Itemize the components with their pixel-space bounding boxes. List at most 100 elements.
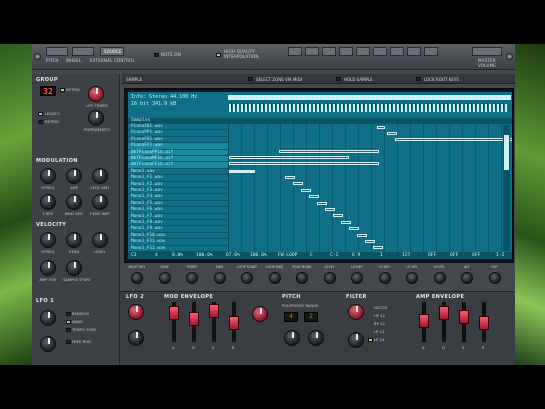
parameter-knob[interactable] bbox=[213, 272, 226, 284]
fader-handle[interactable] bbox=[479, 316, 489, 330]
lfo1-sync-led[interactable] bbox=[66, 328, 71, 332]
key-zone[interactable] bbox=[349, 227, 359, 231]
vel-level-knob[interactable] bbox=[92, 232, 108, 248]
mod-env-attack-slider[interactable] bbox=[169, 302, 179, 342]
vel-ampenv-knob[interactable] bbox=[40, 260, 56, 276]
key-zone[interactable] bbox=[333, 214, 343, 218]
key-zone[interactable] bbox=[229, 156, 349, 159]
small-button-9[interactable] bbox=[424, 47, 438, 56]
key-zone[interactable] bbox=[325, 208, 335, 211]
vel-samplestart-knob[interactable] bbox=[66, 260, 82, 276]
small-button-7[interactable] bbox=[390, 47, 404, 56]
parameter-knob[interactable] bbox=[433, 272, 446, 284]
lfo-tempo-knob[interactable] bbox=[88, 86, 104, 102]
lfo2-amount-knob[interactable] bbox=[128, 330, 144, 346]
key-zone[interactable] bbox=[301, 188, 311, 192]
mod-fenv-knob[interactable] bbox=[92, 194, 108, 210]
parameter-knob[interactable] bbox=[296, 272, 308, 284]
key-range-bar[interactable] bbox=[228, 95, 511, 100]
key-zone[interactable] bbox=[229, 162, 379, 165]
pitch-octave-knob[interactable] bbox=[284, 330, 300, 346]
parameter-knob[interactable] bbox=[131, 272, 143, 284]
filter-freq-knob[interactable] bbox=[348, 304, 364, 320]
zone-grid[interactable] bbox=[229, 124, 512, 256]
lfo1-freerun-led[interactable] bbox=[66, 340, 71, 344]
small-button-5[interactable] bbox=[356, 47, 370, 56]
key-zone[interactable] bbox=[317, 201, 327, 205]
mod-modamt-knob[interactable] bbox=[66, 194, 82, 210]
pitch-wheel[interactable] bbox=[46, 47, 68, 56]
parameter-knob[interactable] bbox=[461, 272, 473, 284]
fader-handle[interactable] bbox=[229, 316, 239, 330]
fader-handle[interactable] bbox=[169, 306, 179, 320]
lfo2-rate-knob[interactable] bbox=[128, 304, 144, 320]
small-button-8[interactable] bbox=[407, 47, 421, 56]
high-quality-led[interactable] bbox=[216, 53, 221, 57]
lfo1-rate-knob[interactable] bbox=[40, 310, 56, 326]
fader-handle[interactable] bbox=[189, 312, 199, 326]
key-zone[interactable] bbox=[341, 220, 351, 224]
fader-handle[interactable] bbox=[439, 306, 449, 320]
small-button-2[interactable] bbox=[305, 47, 319, 56]
lfo1-wave-led[interactable] bbox=[66, 320, 71, 324]
mod-env-amount-knob[interactable] bbox=[252, 306, 268, 322]
small-button-1[interactable] bbox=[288, 47, 302, 56]
small-button-3[interactable] bbox=[322, 47, 336, 56]
key-zone[interactable] bbox=[377, 126, 385, 129]
lfo1-amount-knob[interactable] bbox=[40, 336, 56, 352]
key-zone[interactable] bbox=[229, 170, 255, 173]
key-zone[interactable] bbox=[293, 182, 303, 186]
keyboard-ruler[interactable] bbox=[228, 95, 511, 115]
parameter-knob[interactable] bbox=[241, 272, 253, 284]
mod-fres-knob[interactable] bbox=[40, 194, 56, 210]
amp-env-sustain-slider[interactable] bbox=[459, 302, 469, 342]
parameter-knob[interactable] bbox=[406, 272, 418, 284]
mod-env-sustain-slider[interactable] bbox=[209, 302, 219, 342]
legato-led[interactable] bbox=[38, 112, 43, 116]
key-zone[interactable] bbox=[387, 132, 397, 135]
key-zone[interactable] bbox=[365, 240, 375, 243]
amp-env-attack-slider[interactable] bbox=[419, 302, 429, 342]
fader-handle[interactable] bbox=[419, 314, 429, 328]
white-key[interactable] bbox=[504, 103, 508, 113]
key-zone[interactable] bbox=[373, 246, 383, 250]
vel-ffreq-knob[interactable] bbox=[40, 232, 56, 248]
lock-root-keys-led[interactable] bbox=[416, 77, 421, 81]
key-map-display[interactable]: Info: Stereo 44.100 Hz 16 bit 341.9 kB S… bbox=[128, 92, 512, 259]
mod-ffreq-knob[interactable] bbox=[40, 168, 56, 184]
mod-env-release-slider[interactable] bbox=[229, 302, 239, 342]
amp-env-decay-slider[interactable] bbox=[439, 302, 449, 342]
vel-fenv-knob[interactable] bbox=[66, 232, 82, 248]
parameter-knob[interactable] bbox=[378, 272, 391, 284]
key-zone[interactable] bbox=[279, 150, 379, 153]
parameter-knob[interactable] bbox=[351, 272, 363, 284]
portamento-knob[interactable] bbox=[88, 110, 104, 126]
mod-amp-knob[interactable] bbox=[66, 168, 82, 184]
key-zone[interactable] bbox=[285, 176, 295, 179]
small-button-6[interactable] bbox=[373, 47, 387, 56]
master-volume-slider[interactable] bbox=[472, 47, 502, 56]
parameter-knob[interactable] bbox=[323, 272, 336, 284]
hold-sample-led[interactable] bbox=[336, 77, 341, 81]
retrig-mode-led[interactable] bbox=[38, 120, 43, 124]
mod-wheel[interactable] bbox=[72, 47, 94, 56]
parameter-knob[interactable] bbox=[488, 272, 501, 284]
key-zone[interactable] bbox=[395, 138, 512, 141]
key-zone[interactable] bbox=[357, 233, 367, 237]
fader-handle[interactable] bbox=[209, 304, 219, 318]
key-zone[interactable] bbox=[309, 195, 319, 199]
amp-env-release-slider[interactable] bbox=[479, 302, 489, 342]
scroll-thumb[interactable] bbox=[504, 135, 509, 170]
parameter-knob[interactable] bbox=[186, 272, 198, 284]
select-zone-led[interactable] bbox=[248, 77, 253, 81]
lfo1-random-led[interactable] bbox=[66, 312, 71, 316]
parameter-knob[interactable] bbox=[268, 272, 281, 284]
small-button-4[interactable] bbox=[339, 47, 353, 56]
fader-handle[interactable] bbox=[459, 310, 469, 324]
mod-env-decay-slider[interactable] bbox=[189, 302, 199, 342]
mod-lfo1-knob[interactable] bbox=[92, 168, 108, 184]
filter-res-knob[interactable] bbox=[348, 332, 364, 348]
retrig-led[interactable] bbox=[60, 88, 65, 92]
sample-list-scrollbar[interactable] bbox=[503, 125, 510, 251]
parameter-knob[interactable] bbox=[158, 272, 171, 284]
